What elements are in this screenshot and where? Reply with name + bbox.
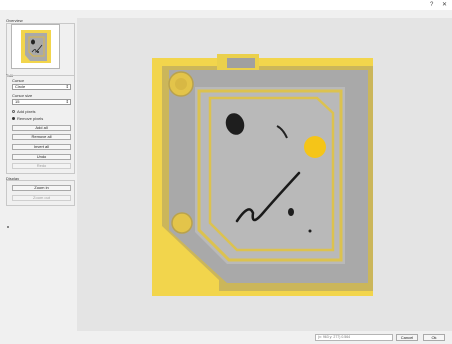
spin-arrows-icon: ⇕ bbox=[65, 99, 69, 104]
ok-button[interactable]: Ok bbox=[423, 334, 445, 341]
bottom-bar: (x: 963 y: 277) 0.564 Cancel Ok bbox=[0, 331, 452, 344]
radio-unchecked-icon bbox=[12, 110, 15, 113]
top-notch-inner bbox=[227, 58, 255, 68]
splitter-handle[interactable] bbox=[7, 226, 9, 228]
add-pixels-label: Add pixels bbox=[17, 109, 36, 114]
close-icon[interactable]: ✕ bbox=[442, 1, 447, 9]
select-arrows-icon: ⇕ bbox=[65, 84, 69, 89]
radio-checked-icon bbox=[12, 117, 15, 120]
top-left-screw-head bbox=[175, 78, 187, 90]
image-canvas[interactable] bbox=[77, 18, 452, 331]
cursor-size-label: Cursor size bbox=[12, 93, 33, 98]
redo-button[interactable]: Redo bbox=[12, 163, 71, 169]
cancel-button[interactable]: Cancel bbox=[396, 334, 418, 341]
zoom-out-button[interactable]: Zoom out bbox=[12, 195, 71, 201]
remove-pixels-label: Remove pixels bbox=[17, 116, 44, 121]
cursor-select[interactable]: Circle ⇕ bbox=[12, 84, 71, 90]
cursor-size-spinbox[interactable]: 15 ⇕ bbox=[12, 99, 71, 105]
title-bar: ? ✕ bbox=[0, 0, 452, 10]
overview-thumbnail[interactable] bbox=[11, 24, 60, 69]
invert-all-button[interactable]: Invert all bbox=[12, 144, 71, 150]
yellow-dot bbox=[304, 136, 326, 158]
status-readout: (x: 963 y: 277) 0.564 bbox=[315, 334, 393, 341]
remove-all-button[interactable]: Remove all bbox=[12, 134, 71, 140]
add-all-button[interactable]: Add all bbox=[12, 125, 71, 131]
mask-image bbox=[152, 54, 373, 296]
cursor-select-value: Circle bbox=[15, 84, 26, 89]
undo-button[interactable]: Undo bbox=[12, 154, 71, 160]
help-icon[interactable]: ? bbox=[430, 1, 433, 9]
ink-spot bbox=[288, 208, 294, 216]
overview-image bbox=[12, 25, 59, 68]
cursor-label: Cursor bbox=[12, 78, 25, 83]
add-pixels-radio[interactable]: Add pixels bbox=[12, 109, 35, 114]
display-group bbox=[6, 180, 75, 206]
cursor-size-value: 15 bbox=[15, 99, 20, 104]
remove-pixels-radio[interactable]: Remove pixels bbox=[12, 116, 43, 121]
bottom-left-screw bbox=[171, 212, 193, 234]
zoom-in-button[interactable]: Zoom in bbox=[12, 185, 71, 191]
ink-dot bbox=[308, 229, 312, 233]
plate-inner bbox=[195, 87, 345, 264]
